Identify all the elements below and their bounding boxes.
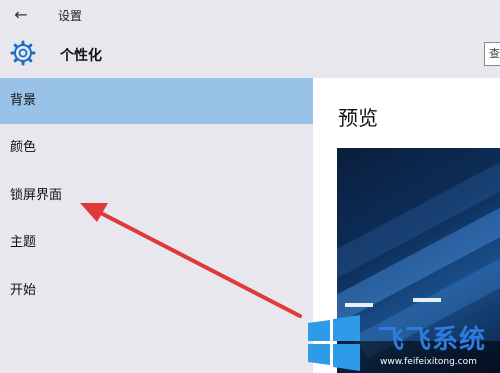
page-title: 个性化 bbox=[60, 48, 102, 64]
gear-icon bbox=[10, 40, 36, 66]
page-header: 个性化 查 bbox=[0, 30, 500, 78]
preview-window-bar bbox=[413, 298, 441, 302]
watermark-url: www.feifeixitong.com bbox=[380, 357, 477, 367]
settings-window: ← 设置 个性化 查 背景 颜色 锁屏界面 主题 开始 预览 飞飞系统 www.… bbox=[0, 0, 500, 373]
watermark-text: 飞飞系统 bbox=[378, 325, 487, 355]
windows-logo-icon bbox=[308, 315, 360, 371]
preview-heading: 预览 bbox=[338, 106, 378, 130]
preview-window-bar bbox=[345, 303, 373, 307]
sidebar-item-start[interactable]: 开始 bbox=[0, 268, 313, 314]
back-arrow-icon[interactable]: ← bbox=[12, 6, 30, 24]
title-bar: ← 设置 bbox=[0, 0, 500, 30]
sidebar: 背景 颜色 锁屏界面 主题 开始 bbox=[0, 78, 313, 373]
search-box[interactable]: 查 bbox=[484, 42, 500, 66]
sidebar-item-themes[interactable]: 主题 bbox=[0, 220, 313, 266]
sidebar-item-colors[interactable]: 颜色 bbox=[0, 125, 313, 171]
sidebar-item-background[interactable]: 背景 bbox=[0, 78, 313, 124]
watermark: 飞飞系统 www.feifeixitong.com bbox=[300, 313, 500, 373]
window-title: 设置 bbox=[58, 9, 83, 23]
sidebar-item-lock-screen[interactable]: 锁屏界面 bbox=[0, 173, 313, 219]
